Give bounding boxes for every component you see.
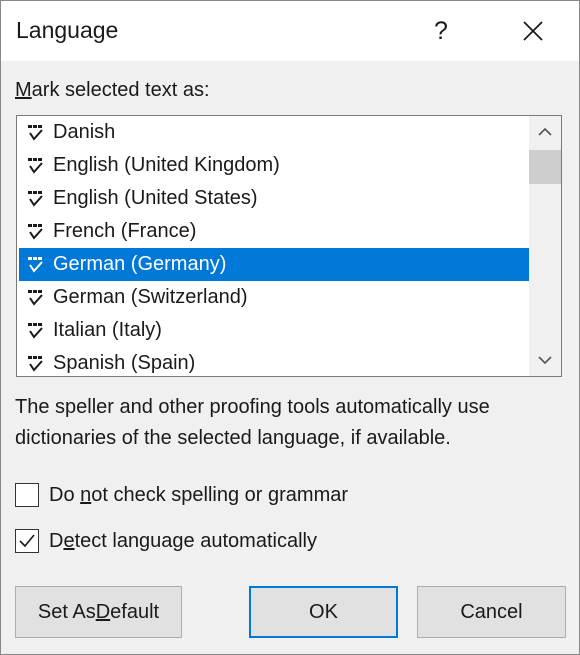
scroll-thumb[interactable] (529, 150, 561, 184)
title-bar: Language ? (1, 1, 579, 61)
language-listbox[interactable]: Danish English (United Kingdom) English (U… (16, 115, 562, 377)
language-label: English (United States) (53, 187, 258, 209)
language-label: German (Switzerland) (53, 286, 248, 308)
language-list: Danish English (United Kingdom) English (U… (19, 116, 531, 376)
detect-language-option[interactable]: Detect language automatically (15, 529, 317, 553)
dialog-title: Language (16, 17, 119, 43)
proofing-description: The speller and other proofing tools aut… (15, 396, 490, 449)
language-label: German (Germany) (53, 253, 227, 275)
language-list-item[interactable]: German (Switzerland) (19, 281, 531, 314)
chevron-down-icon (538, 356, 552, 365)
language-list-item[interactable]: Italian (Italy) (19, 314, 531, 347)
mark-selected-label: Mark selected text as: (15, 79, 210, 101)
spellcheck-icon (27, 322, 45, 340)
language-list-item[interactable]: German (Germany) (19, 248, 531, 281)
cancel-button[interactable]: Cancel (417, 586, 566, 638)
mark-accel: M (15, 79, 32, 101)
chevron-up-icon (538, 127, 552, 136)
scroll-up-button[interactable] (529, 116, 561, 148)
language-label: English (United Kingdom) (53, 154, 280, 176)
spellcheck-icon (27, 124, 45, 142)
close-button[interactable] (503, 1, 563, 61)
language-label: French (France) (53, 220, 197, 242)
ok-button[interactable]: OK (249, 586, 398, 638)
language-label: Danish (53, 121, 116, 143)
help-button[interactable]: ? (411, 1, 471, 61)
no-check-spelling-option[interactable]: Do not check spelling or grammar (15, 483, 348, 507)
checkmark-icon (19, 534, 35, 548)
spellcheck-icon (27, 256, 45, 274)
no-check-spelling-label: Do not check spelling or grammar (49, 483, 349, 506)
language-dialog: Language ? Mark selected text as: Danish… (0, 0, 580, 655)
spellcheck-icon (27, 157, 45, 175)
spellcheck-icon (27, 289, 45, 307)
language-label: Italian (Italy) (53, 319, 162, 341)
spellcheck-icon (27, 355, 45, 373)
set-as-default-button[interactable]: Set As Default (15, 586, 182, 638)
spellcheck-icon (27, 190, 45, 208)
close-icon (523, 21, 543, 41)
language-list-item[interactable]: English (United Kingdom) (19, 149, 531, 182)
detect-language-checkbox[interactable] (15, 529, 39, 553)
no-check-spelling-checkbox[interactable] (15, 483, 39, 507)
language-list-item[interactable]: Spanish (Spain) (19, 347, 531, 376)
language-list-item[interactable]: English (United States) (19, 182, 531, 215)
language-list-item[interactable]: French (France) (19, 215, 531, 248)
language-list-item[interactable]: Danish (19, 116, 531, 149)
language-label: Spanish (Spain) (53, 352, 196, 374)
listbox-scrollbar[interactable] (529, 116, 561, 376)
scroll-down-button[interactable] (529, 344, 561, 376)
spellcheck-icon (27, 223, 45, 241)
detect-language-label: Detect language automatically (49, 529, 317, 552)
